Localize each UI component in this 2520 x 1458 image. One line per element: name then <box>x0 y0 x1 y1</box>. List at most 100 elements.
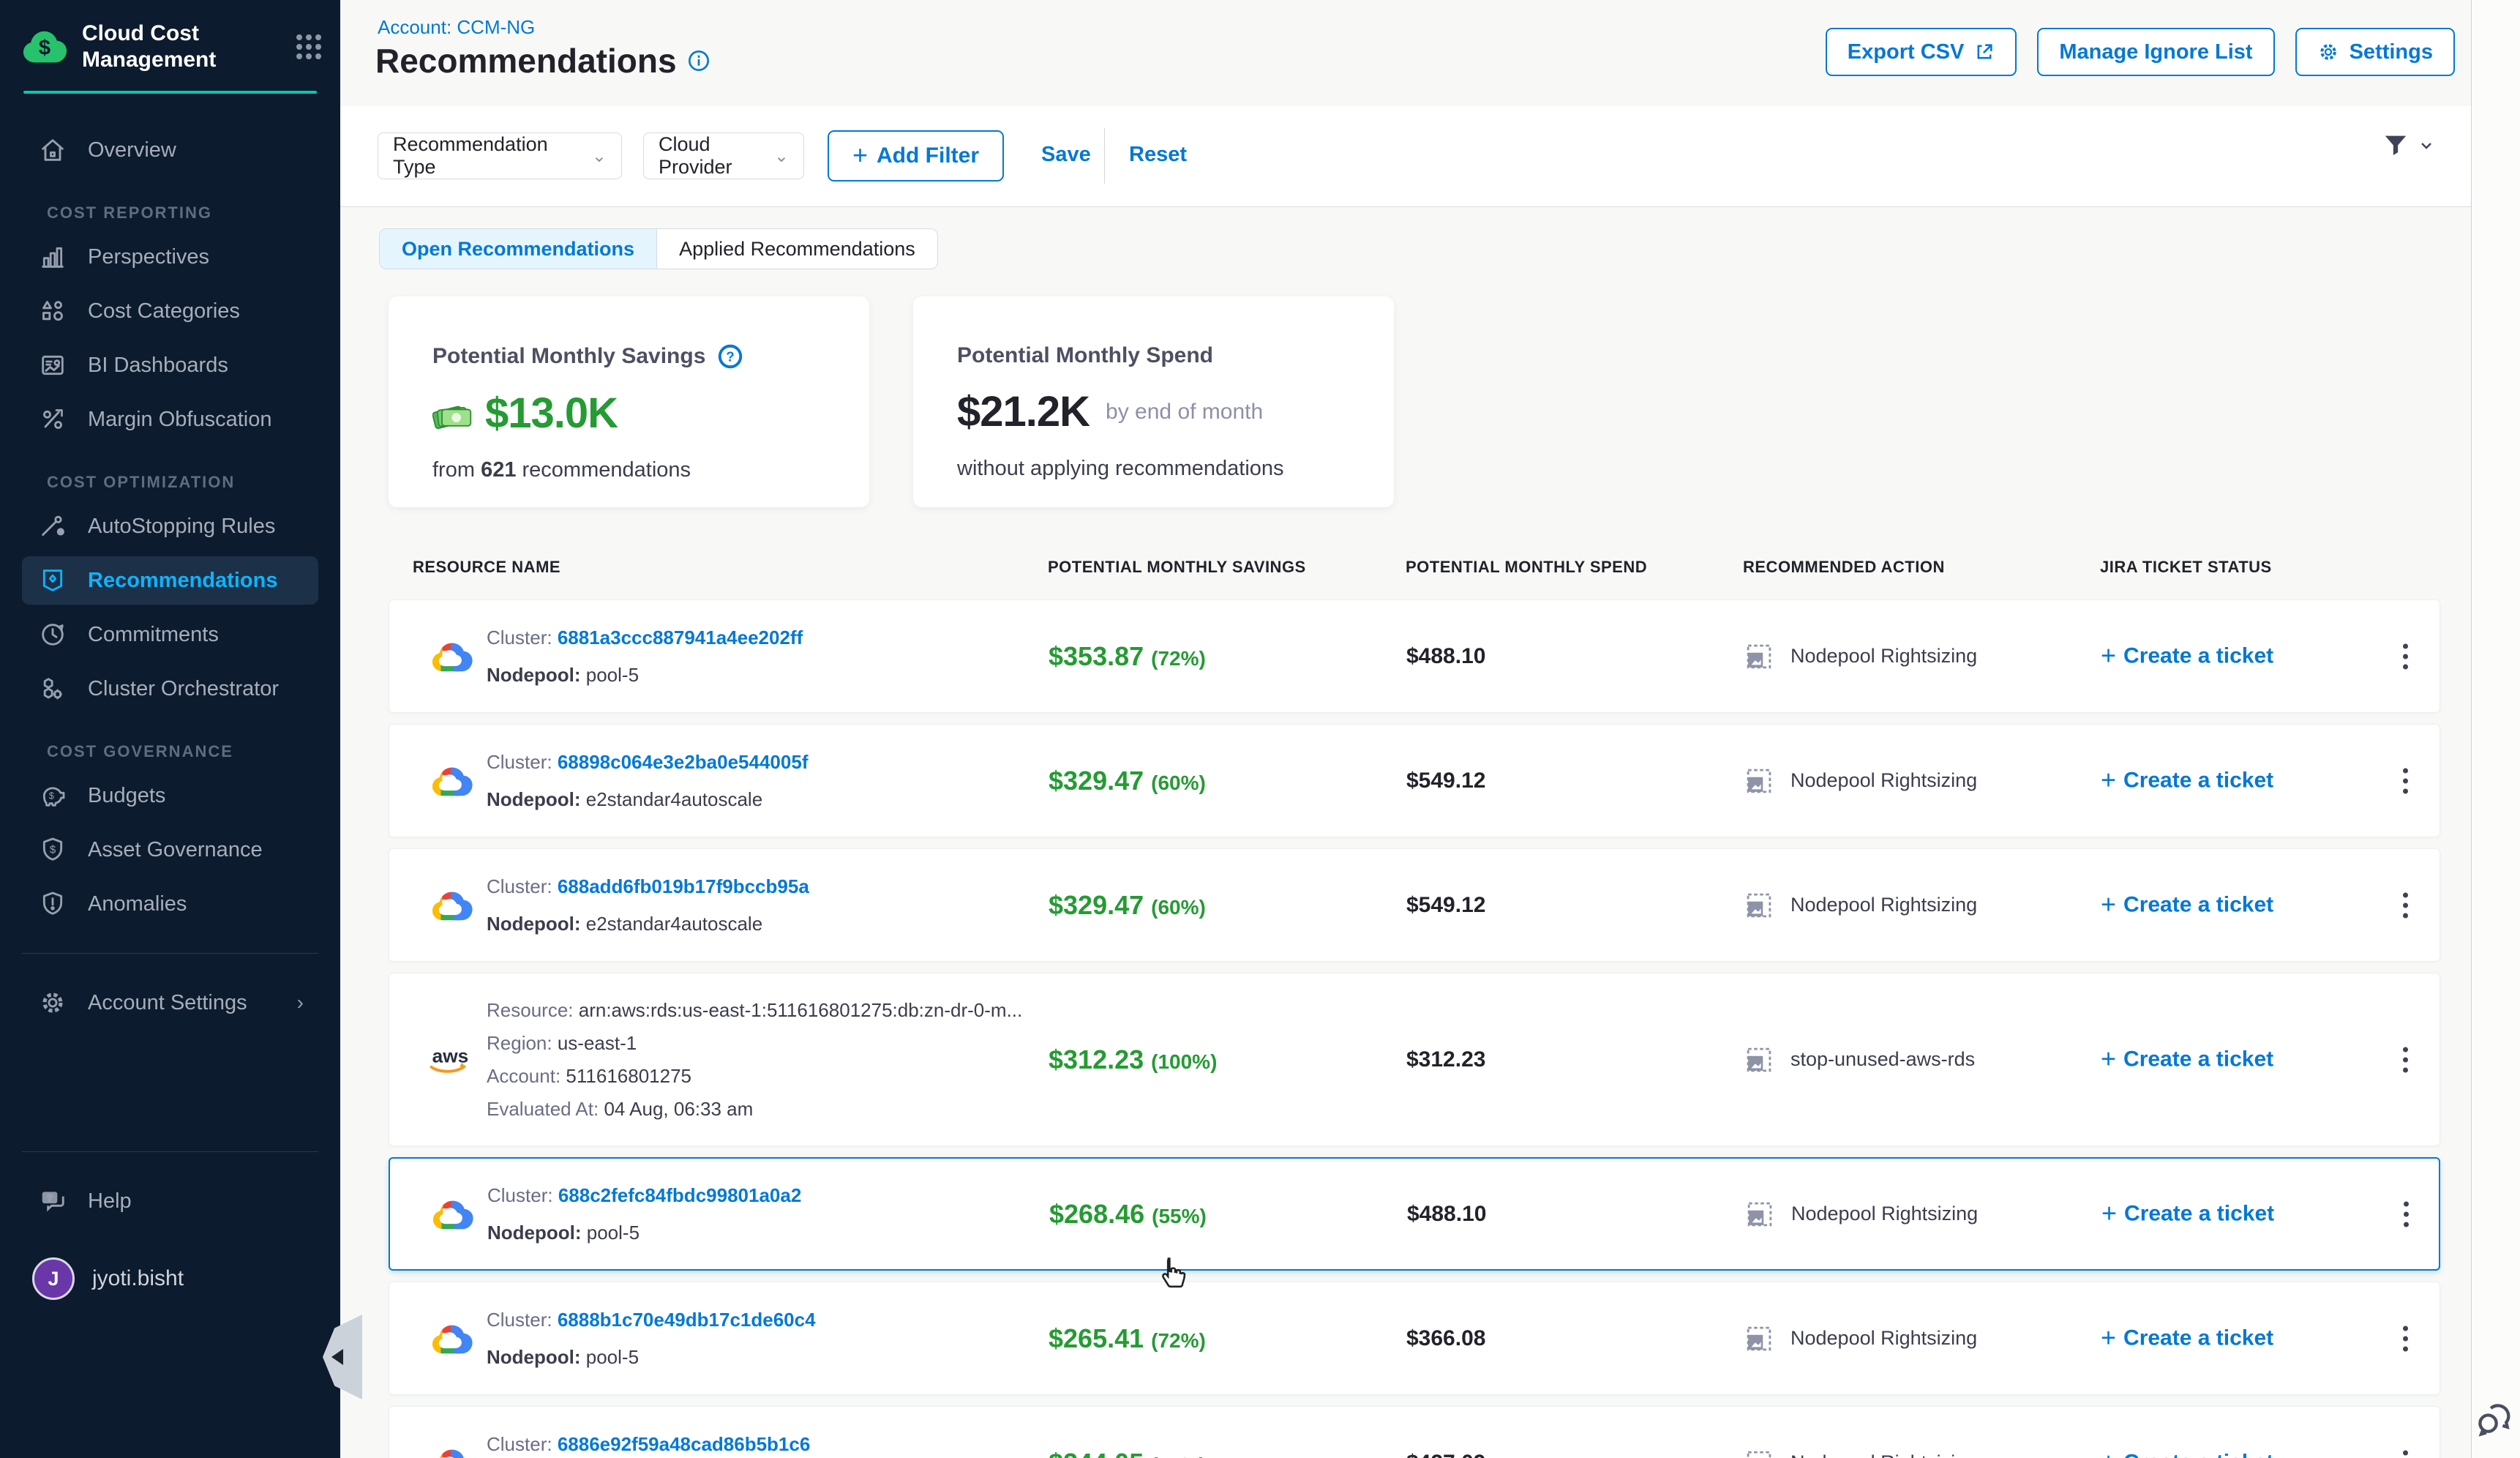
savings-value: $268.46 <box>1049 1199 1144 1229</box>
savings-percent: (57%) <box>1151 1454 1206 1458</box>
cloud-provider-dropdown[interactable]: Cloud Provider ⌄ <box>643 132 804 179</box>
create-ticket-link[interactable]: +Create a ticket <box>2101 1200 2274 1228</box>
sidebar-item-bi-dashboards[interactable]: BI Dashboards <box>22 341 318 389</box>
cluster-link[interactable]: 688c2fefc84fbdc99801a0a2 <box>558 1184 801 1206</box>
table-row[interactable]: Cluster: 688c2fefc84fbdc99801a0a2Nodepoo… <box>389 1157 2440 1271</box>
app-switcher-icon[interactable] <box>296 34 321 59</box>
gcp-logo-icon <box>427 1196 479 1233</box>
sidebar-item-cost-categories[interactable]: Cost Categories <box>22 287 318 335</box>
rightsizing-icon <box>1744 1044 1774 1075</box>
table-row[interactable]: Cluster: 6888b1c70e49db17c1de60c4Nodepoo… <box>389 1282 2440 1395</box>
settings-label: Settings <box>2350 40 2433 64</box>
detail-value: arn:aws:rds:us-east-1:511616801275:db:zn… <box>579 999 1023 1021</box>
kebab-menu-icon[interactable] <box>2396 1318 2415 1358</box>
settings-button[interactable]: Settings <box>2295 28 2455 76</box>
svg-text:$: $ <box>50 844 56 856</box>
cluster-link[interactable]: 6886e92f59a48cad86b5b1c6 <box>558 1433 811 1455</box>
create-ticket-label: Create a ticket <box>2123 893 2273 918</box>
sidebar-item-help[interactable]: ? Help <box>22 1177 318 1225</box>
sidebar-item-recommendations[interactable]: Recommendations <box>22 556 318 605</box>
question-icon[interactable]: ? <box>717 343 743 370</box>
svg-text:aws: aws <box>432 1044 469 1066</box>
table-row[interactable]: Cluster: 6881a3ccc887941a4ee202ffNodepoo… <box>389 599 2440 713</box>
export-csv-label: Export CSV <box>1848 40 1965 64</box>
sidebar-item-label: Perspectives <box>88 245 209 269</box>
cluster-link[interactable]: 6881a3ccc887941a4ee202ff <box>558 627 803 648</box>
resource-details: Cluster: 688c2fefc84fbdc99801a0a2Nodepoo… <box>487 1184 801 1244</box>
aws-logo-icon: aws <box>427 1043 478 1077</box>
recommended-action-cell: Nodepool Rightsizing <box>1744 890 1977 921</box>
kebab-menu-icon[interactable] <box>2396 760 2415 801</box>
create-ticket-link[interactable]: + Create a ticket <box>2101 891 2273 919</box>
gear-icon <box>37 987 69 1019</box>
sidebar-item-anomalies[interactable]: Anomalies <box>22 880 318 928</box>
sidebar-item-account-settings[interactable]: Account Settings › <box>22 979 318 1027</box>
scrollbar[interactable] <box>2471 0 2520 1458</box>
kebab-menu-icon[interactable] <box>2396 1443 2415 1458</box>
shield-alert-icon <box>37 888 69 920</box>
savings-amount: $13.0K <box>485 389 618 438</box>
cloud-provider-label: Cloud Provider <box>659 133 762 179</box>
create-ticket-link[interactable]: +Create a ticket <box>2101 766 2273 795</box>
reset-filter-link[interactable]: Reset <box>1129 143 1187 167</box>
create-ticket-link[interactable]: +Create a ticket <box>2101 1448 2273 1458</box>
savings-card-title: Potential Monthly Savings <box>432 344 705 369</box>
create-ticket-link[interactable]: +Create a ticket <box>2101 1324 2273 1353</box>
export-csv-button[interactable]: Export CSV <box>1826 28 2017 76</box>
sidebar-item-margin-obfuscation[interactable]: Margin Obfuscation <box>22 395 318 444</box>
save-filter-link[interactable]: Save <box>1041 143 1091 167</box>
kebab-menu-icon[interactable] <box>2396 885 2415 925</box>
kebab-menu-icon[interactable] <box>2396 1194 2416 1234</box>
resource-details: Cluster: 688add6fb019b17f9bccb95aNodepoo… <box>487 875 809 935</box>
svg-text:$: $ <box>39 37 50 60</box>
savings-cell: $329.47(60%) <box>1049 766 1206 796</box>
create-ticket-link[interactable]: +Create a ticket <box>2101 1045 2273 1074</box>
cluster-link[interactable]: 68898c064e3e2ba0e544005f <box>558 751 809 773</box>
svg-text:?: ? <box>727 349 735 364</box>
savings-percent: (72%) <box>1151 1329 1206 1352</box>
add-filter-button[interactable]: + Add Filter <box>828 130 1004 182</box>
sidebar-item-asset-governance[interactable]: $Asset Governance <box>22 826 318 874</box>
sidebar-item-autostopping-rules[interactable]: AutoStopping Rules <box>22 502 318 550</box>
detail-value: 511616801275 <box>566 1065 691 1087</box>
sidebar-item-perspectives[interactable]: Perspectives <box>22 233 318 281</box>
sidebar-item-overview[interactable]: Overview <box>22 126 318 174</box>
plus-icon: + <box>852 140 868 171</box>
tab-open-recommendations[interactable]: Open Recommendations <box>380 229 657 269</box>
table-row[interactable]: Cluster: 68898c064e3e2ba0e544005fNodepoo… <box>389 724 2440 837</box>
rightsizing-icon <box>1744 1448 1774 1458</box>
sidebar-item-budgets[interactable]: $Budgets <box>22 771 318 820</box>
info-icon[interactable] <box>687 49 710 72</box>
table-row[interactable]: aws Resource: arn:aws:rds:us-east-1:51161… <box>389 973 2440 1146</box>
money-icon <box>432 397 473 430</box>
user-profile[interactable]: J jyoti.bisht <box>32 1257 318 1300</box>
spend-cell: $488.10 <box>1406 644 1485 669</box>
recommendations-list: Cluster: 6881a3ccc887941a4ee202ff Nodepoo… <box>389 599 2440 1458</box>
resource-details: Resource: arn:aws:rds:us-east-1:51161680… <box>487 999 1022 1121</box>
create-ticket-link[interactable]: +Create a ticket <box>2101 642 2273 670</box>
autostopping-icon <box>37 510 69 542</box>
savings-value: $329.47 <box>1049 766 1144 796</box>
support-chat-icon[interactable] <box>2473 1399 2516 1442</box>
create-ticket-label: Create a ticket <box>2123 1326 2273 1351</box>
cluster-link[interactable]: 6888b1c70e49db17c1de60c4 <box>558 1309 816 1331</box>
sidebar-item-cluster-orchestrator[interactable]: Cluster Orchestrator <box>22 665 318 713</box>
sidebar-item-commitments[interactable]: Commitments <box>22 610 318 659</box>
recommendation-type-dropdown[interactable]: Recommendation Type ⌄ <box>378 132 622 179</box>
table-row[interactable]: Cluster: 688add6fb019b17f9bccb95aNodepoo… <box>389 848 2440 962</box>
detail-label: Evaluated At: <box>487 1098 604 1120</box>
sidebar-item-label: BI Dashboards <box>88 354 228 378</box>
plus-icon: + <box>2101 889 2116 919</box>
manage-ignore-list-button[interactable]: Manage Ignore List <box>2037 28 2274 76</box>
table-row[interactable]: Cluster: 6886e92f59a48cad86b5b1c6Nodepoo… <box>389 1406 2440 1458</box>
sidebar-item-label: Commitments <box>88 623 219 647</box>
savings-cell: $244.05(57%) <box>1049 1448 1206 1458</box>
cluster-link[interactable]: 688add6fb019b17f9bccb95a <box>558 875 809 897</box>
filter-funnel-icon[interactable] <box>2381 131 2435 160</box>
kebab-menu-icon[interactable] <box>2396 1039 2415 1080</box>
detail-label: Cluster: <box>487 627 558 648</box>
account-breadcrumb[interactable]: Account: CCM-NG <box>378 16 535 39</box>
tab-applied-recommendations[interactable]: Applied Recommendations <box>657 229 937 269</box>
app-title: Cloud Cost Management <box>82 20 292 73</box>
kebab-menu-icon[interactable] <box>2396 636 2415 676</box>
